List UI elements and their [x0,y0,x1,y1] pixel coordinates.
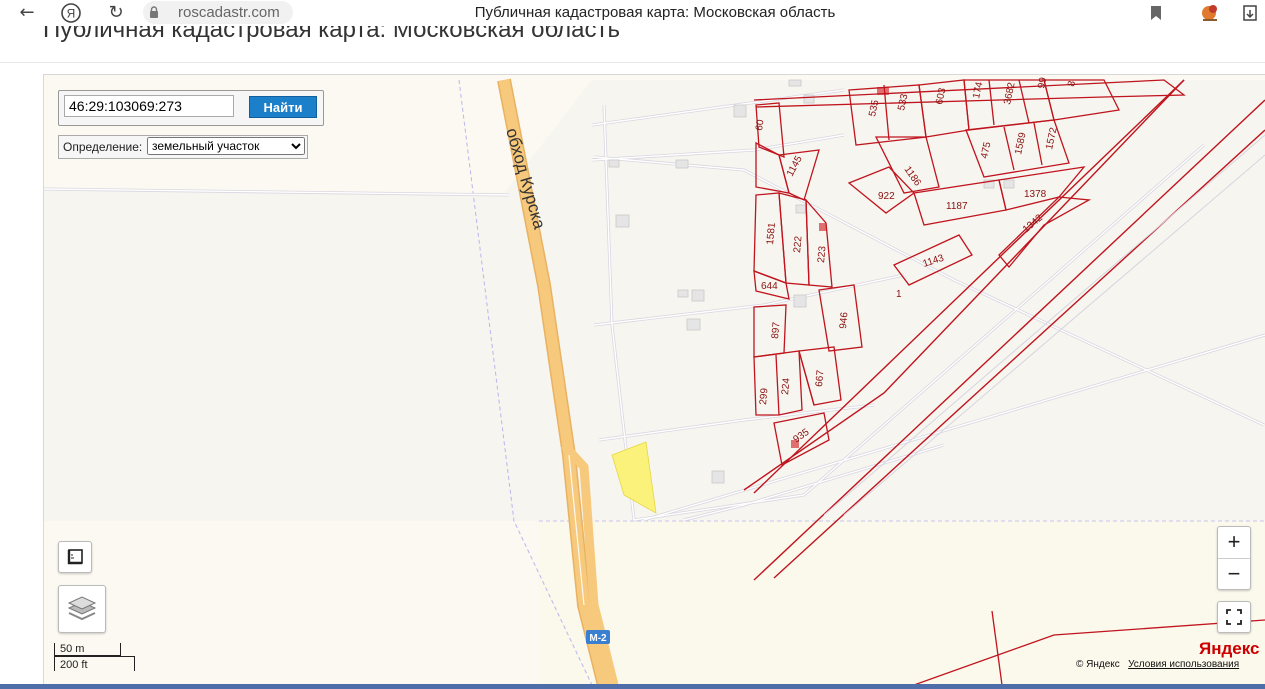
page-title: Публичная кадастровая карта: Московская … [43,26,620,43]
plot-label: 897 [770,321,782,339]
fullscreen-icon [1226,609,1242,625]
plot-label: 946 [838,311,850,329]
zoom-control: + − [1217,526,1251,590]
plot-label: 224 [780,377,792,395]
downloads-icon[interactable] [1240,2,1262,24]
header-divider [0,62,1265,63]
scale-metric: 50 m [60,643,85,655]
page-header: Публичная кадастровая карта: Московская … [0,26,1265,66]
browser-toolbar: ← Я ↻ roscadastr.com Публичная кадастров… [0,0,1265,26]
fullscreen-button[interactable] [1217,601,1251,633]
layers-icon [67,596,97,621]
extension-icon[interactable] [1199,2,1221,24]
plot-label: 1187 [946,201,968,212]
definition-select[interactable]: земельный участок [147,137,305,155]
plot-label: 1 [896,289,902,300]
plot-label: 222 [792,235,804,253]
scale-tick [134,656,135,671]
copyright-text: © Яндекс [1076,659,1120,670]
definition-label: Определение: [63,140,143,154]
yandex-logo: Яндекс [1199,639,1260,658]
plot-label: 299 [758,387,770,405]
plot-label: 223 [816,245,828,263]
map-attribution: © Яндекс Условия использования [1076,659,1239,670]
plot-label: 667 [814,369,826,387]
scale-bar: 50 m 200 ft [54,643,136,673]
scale-tick [120,643,121,656]
definition-panel: Определение: земельный участок [58,135,308,159]
search-button[interactable]: Найти [249,96,317,118]
plot-label: 1378 [1024,189,1047,200]
scale-tick [54,643,55,671]
zoom-in-button[interactable]: + [1218,527,1250,559]
ruler-button[interactable] [58,541,92,573]
search-panel: Найти [58,90,324,126]
terms-link[interactable]: Условия использования [1128,659,1239,670]
plot-label: 644 [761,281,778,292]
scale-line [54,656,134,657]
cadastral-map[interactable]: 535 533 603 174 3682 99 8 60 1145 1186 4… [43,74,1265,686]
tab-title: Публичная кадастровая карта: Московская … [474,4,836,21]
ruler-icon [67,549,83,565]
cadastral-number-input[interactable] [64,95,234,117]
scale-imperial: 200 ft [60,659,88,671]
map-canvas[interactable]: 535 533 603 174 3682 99 8 60 1145 1186 4… [44,75,1265,685]
highway-badge: М-2 [589,633,607,644]
plot-label: 1581 [765,222,778,246]
plot-label: 922 [878,191,895,202]
plot-label: 60 [754,118,767,131]
layers-button[interactable] [58,585,106,633]
taskbar [0,684,1265,689]
zoom-out-button[interactable]: − [1218,559,1250,589]
bookmark-icon[interactable] [1145,2,1167,24]
